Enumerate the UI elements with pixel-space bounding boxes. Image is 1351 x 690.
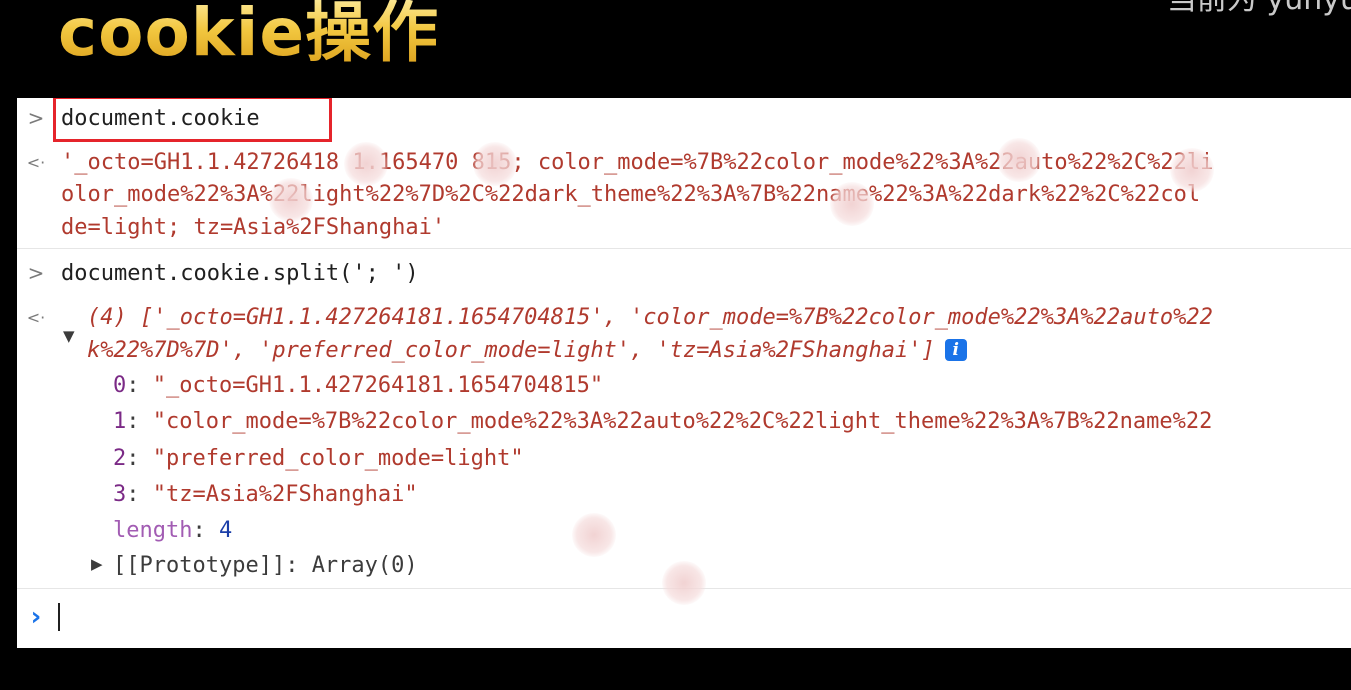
privacy-blur — [572, 513, 616, 557]
array-item: 1: "color_mode=%7B%22color_mode%22%3A%22… — [113, 409, 1213, 434]
privacy-blur — [269, 178, 313, 222]
input-chevron-icon: > — [27, 106, 45, 130]
privacy-blur — [830, 182, 874, 226]
privacy-blur — [473, 142, 517, 186]
console-command[interactable]: document.cookie.split('; ') — [61, 257, 419, 290]
expand-triangle-icon[interactable]: ▼ — [63, 327, 75, 345]
array-item: 3: "tz=Asia%2FShanghai" — [113, 482, 418, 507]
array-summary[interactable]: (4) ['_octo=GH1.1.427264181.1654704815',… — [87, 301, 1213, 334]
output-chevron-icon: <· — [26, 153, 46, 172]
text-cursor — [58, 603, 60, 631]
video-frame: cookie操作 当前为 yunyu > document.cookie <· … — [0, 0, 1351, 690]
array-item: 0: "_octo=GH1.1.427264181.1654704815" — [113, 373, 604, 398]
console-result-line: de=light; tz=Asia%2FShanghai' — [61, 215, 446, 240]
collapse-triangle-icon[interactable]: ▶ — [91, 555, 103, 573]
watermark-text: 当前为 yunyu — [1167, 0, 1351, 18]
info-icon[interactable]: i — [944, 339, 967, 361]
privacy-blur — [997, 138, 1041, 182]
output-chevron-icon: <· — [26, 308, 46, 327]
privacy-blur — [1170, 148, 1214, 192]
prototype-row[interactable]: [[Prototype]]: Array(0) — [113, 549, 418, 582]
prompt-chevron-icon: › — [30, 602, 42, 632]
console-result-line: olor_mode%22%3A%22light%22%7D%2C%22dark_… — [61, 182, 1201, 207]
array-item: 2: "preferred_color_mode=light" — [113, 446, 524, 471]
console-prompt[interactable]: › — [17, 589, 1351, 648]
array-length: length: 4 — [113, 518, 233, 543]
input-chevron-icon: > — [27, 261, 45, 285]
lesson-title: cookie操作 — [58, 0, 439, 75]
array-summary-cont: k%22%7D%7D', 'preferred_color_mode=light… — [87, 334, 967, 367]
console-entry-cookie: > document.cookie <· '_octo=GH1.1.427264… — [17, 98, 1351, 249]
devtools-console[interactable]: > document.cookie <· '_octo=GH1.1.427264… — [17, 98, 1351, 648]
highlight-box — [53, 98, 332, 142]
privacy-blur — [344, 142, 388, 186]
console-entry-split: > document.cookie.split('; ') <· ▼ (4) [… — [17, 249, 1351, 605]
